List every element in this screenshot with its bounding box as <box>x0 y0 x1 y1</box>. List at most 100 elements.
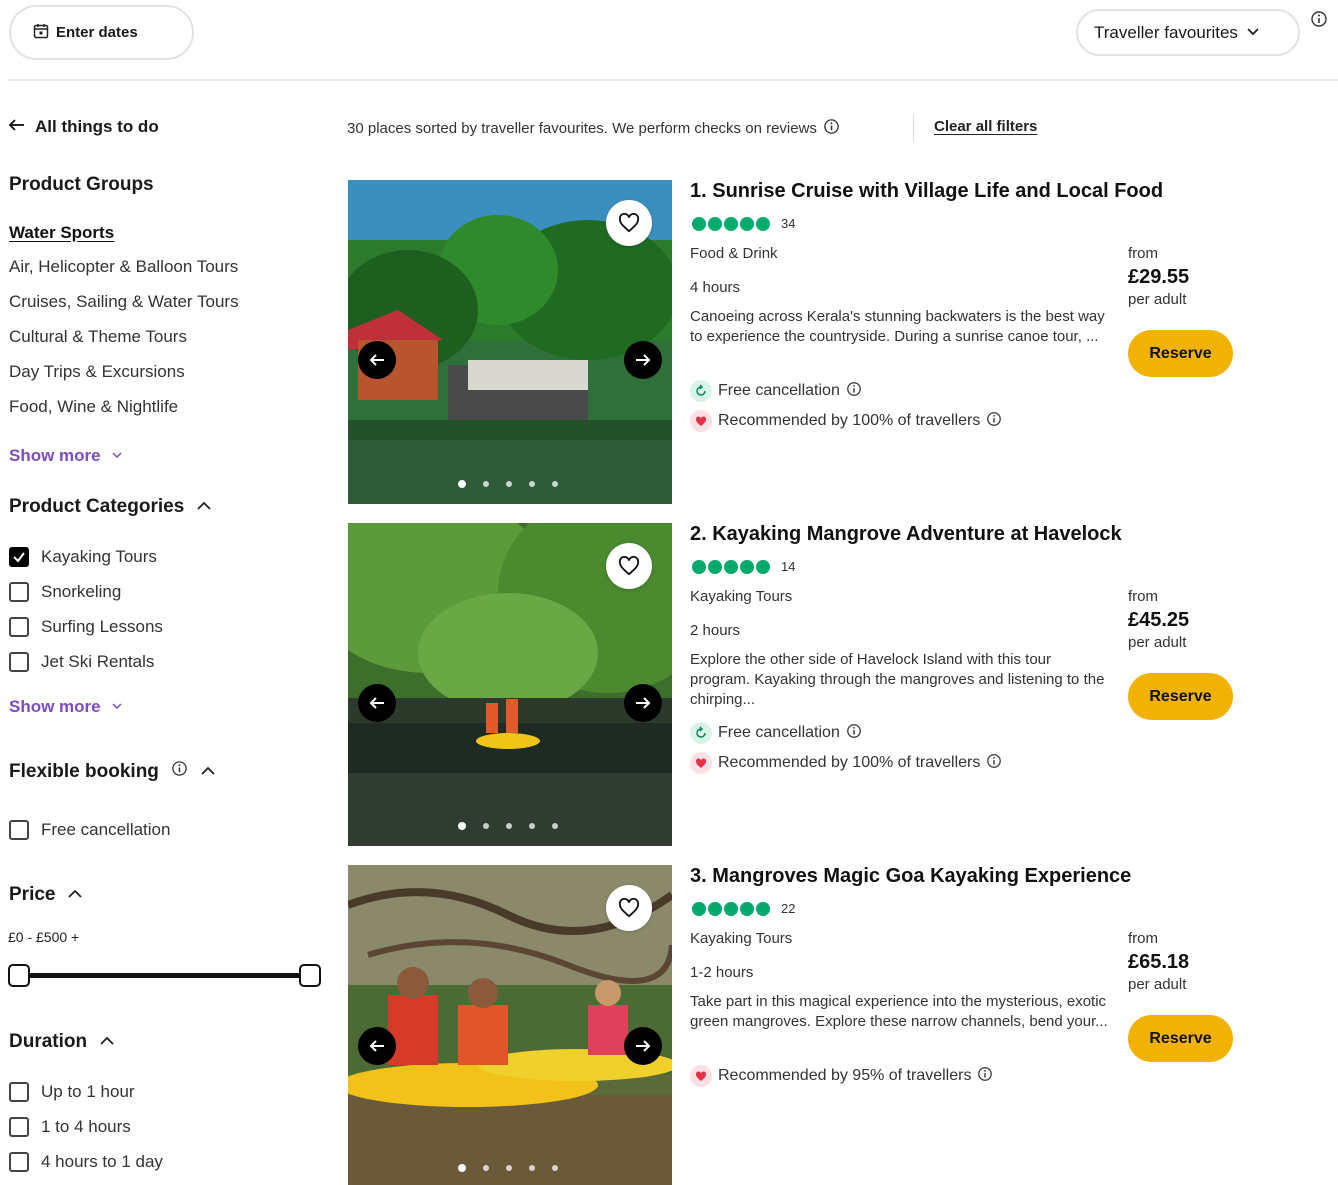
card-1-image-carousel[interactable] <box>348 180 672 504</box>
arrow-right-icon <box>636 1040 651 1052</box>
carousel-prev-button[interactable] <box>358 684 396 722</box>
save-heart-button[interactable] <box>606 200 652 246</box>
card-2-reserve-button[interactable]: Reserve <box>1128 673 1233 720</box>
checkbox[interactable] <box>9 820 29 840</box>
chevron-down-icon <box>111 446 123 466</box>
carousel-dot[interactable] <box>506 823 512 829</box>
info-icon[interactable] <box>846 723 862 744</box>
carousel-dot[interactable] <box>529 481 535 487</box>
carousel-dot[interactable] <box>529 823 535 829</box>
category-surfing-lessons[interactable]: Surfing Lessons <box>9 617 163 637</box>
category-jet-ski-rentals[interactable]: Jet Ski Rentals <box>9 652 154 672</box>
duration-up-to-1-hour[interactable]: Up to 1 hour <box>9 1082 135 1102</box>
duration-4-hours-to-1-day[interactable]: 4 hours to 1 day <box>9 1152 163 1172</box>
chevron-up-icon[interactable] <box>67 884 83 906</box>
price-heading[interactable]: Price <box>9 884 83 906</box>
checkbox[interactable] <box>9 1152 29 1172</box>
product-group-cruises[interactable]: Cruises, Sailing & Water Tours <box>9 292 239 312</box>
chevron-down-icon <box>1246 23 1260 43</box>
rating-bubble <box>724 216 738 231</box>
card-3-rating: 22 <box>692 901 795 916</box>
checkbox[interactable] <box>9 1117 29 1137</box>
carousel-dot[interactable] <box>529 1165 535 1171</box>
filter-free-cancellation[interactable]: Free cancellation <box>9 820 170 840</box>
product-group-cultural[interactable]: Cultural & Theme Tours <box>9 327 187 347</box>
chevron-up-icon[interactable] <box>200 761 216 783</box>
product-group-day-trips[interactable]: Day Trips & Excursions <box>9 362 185 382</box>
card-1-reserve-button[interactable]: Reserve <box>1128 330 1233 377</box>
flexible-booking-heading-text: Flexible booking <box>9 760 159 782</box>
card-3-title[interactable]: 3. Mangroves Magic Goa Kayaking Experien… <box>690 865 1131 888</box>
duration-heading[interactable]: Duration <box>9 1031 115 1053</box>
carousel-dot[interactable] <box>458 822 466 830</box>
save-heart-button[interactable] <box>606 543 652 589</box>
info-icon[interactable] <box>986 411 1002 432</box>
carousel-prev-button[interactable] <box>358 1027 396 1065</box>
card-3-from-label: from <box>1128 930 1158 947</box>
free-cancellation-text: Free cancellation <box>718 382 840 399</box>
price-slider[interactable] <box>8 962 324 990</box>
checkbox-checked[interactable] <box>9 547 29 567</box>
card-2-price: £45.25 <box>1128 609 1190 631</box>
checkbox[interactable] <box>9 652 29 672</box>
carousel-dot[interactable] <box>552 481 558 487</box>
info-icon[interactable] <box>1310 10 1328 33</box>
carousel-dot[interactable] <box>552 823 558 829</box>
carousel-dot[interactable] <box>483 823 489 829</box>
carousel-dots <box>458 1164 558 1172</box>
card-1-title[interactable]: 1. Sunrise Cruise with Village Life and … <box>690 180 1163 203</box>
card-2-duration: 2 hours <box>690 622 741 639</box>
info-icon[interactable] <box>171 760 188 783</box>
info-icon[interactable] <box>986 753 1002 774</box>
carousel-dot[interactable] <box>552 1165 558 1171</box>
product-group-air-tours[interactable]: Air, Helicopter & Balloon Tours <box>9 257 238 277</box>
carousel-dot[interactable] <box>458 1164 466 1172</box>
carousel-prev-button[interactable] <box>358 341 396 379</box>
info-icon[interactable] <box>977 1066 993 1087</box>
card-2-description: Explore the other side of Havelock Islan… <box>690 651 1105 708</box>
duration-1-to-4-hours[interactable]: 1 to 4 hours <box>9 1117 131 1137</box>
checkbox[interactable] <box>9 582 29 602</box>
heart-icon <box>618 898 640 918</box>
category-snorkeling[interactable]: Snorkeling <box>9 582 121 602</box>
sort-dropdown[interactable]: Traveller favourites <box>1076 9 1300 56</box>
carousel-dot[interactable] <box>483 481 489 487</box>
info-icon[interactable] <box>846 381 862 402</box>
save-heart-button[interactable] <box>606 885 652 931</box>
info-icon[interactable] <box>823 118 840 139</box>
header-divider <box>8 79 1338 81</box>
product-group-water-sports[interactable]: Water Sports <box>9 223 114 243</box>
enter-dates-button[interactable]: Enter dates <box>9 5 194 60</box>
clear-all-filters-link[interactable]: Clear all filters <box>934 118 1037 135</box>
all-things-to-do-link[interactable]: All things to do <box>8 117 159 137</box>
product-groups-show-more-button[interactable]: Show more <box>9 446 123 466</box>
card-3-reserve-button[interactable]: Reserve <box>1128 1015 1233 1062</box>
carousel-dot[interactable] <box>458 480 466 488</box>
product-group-food-wine[interactable]: Food, Wine & Nightlife <box>9 397 178 417</box>
price-slider-max-handle[interactable] <box>299 964 321 987</box>
category-kayaking-tours[interactable]: Kayaking Tours <box>9 547 157 567</box>
checkbox-label: 4 hours to 1 day <box>41 1152 163 1171</box>
card-3-image-carousel[interactable] <box>348 865 672 1185</box>
checkbox[interactable] <box>9 1082 29 1102</box>
card-1-price: £29.55 <box>1128 266 1190 288</box>
card-2-image-carousel[interactable] <box>348 523 672 846</box>
checkbox[interactable] <box>9 617 29 637</box>
carousel-dot[interactable] <box>483 1165 489 1171</box>
card-3-category: Kayaking Tours <box>690 930 793 947</box>
carousel-next-button[interactable] <box>624 1027 662 1065</box>
card-3-duration: 1-2 hours <box>690 964 754 981</box>
arrow-right-icon <box>636 697 651 709</box>
checkbox-label: Snorkeling <box>41 582 122 601</box>
price-slider-min-handle[interactable] <box>8 964 30 987</box>
carousel-next-button[interactable] <box>624 341 662 379</box>
chevron-up-icon[interactable] <box>196 496 212 518</box>
card-2-title[interactable]: 2. Kayaking Mangrove Adventure at Havelo… <box>690 523 1122 546</box>
carousel-dot[interactable] <box>506 1165 512 1171</box>
flexible-booking-heading[interactable]: Flexible booking <box>9 760 216 783</box>
chevron-up-icon[interactable] <box>99 1031 115 1053</box>
product-categories-heading[interactable]: Product Categories <box>9 496 212 518</box>
carousel-dot[interactable] <box>506 481 512 487</box>
carousel-next-button[interactable] <box>624 684 662 722</box>
product-categories-show-more-button[interactable]: Show more <box>9 697 123 717</box>
